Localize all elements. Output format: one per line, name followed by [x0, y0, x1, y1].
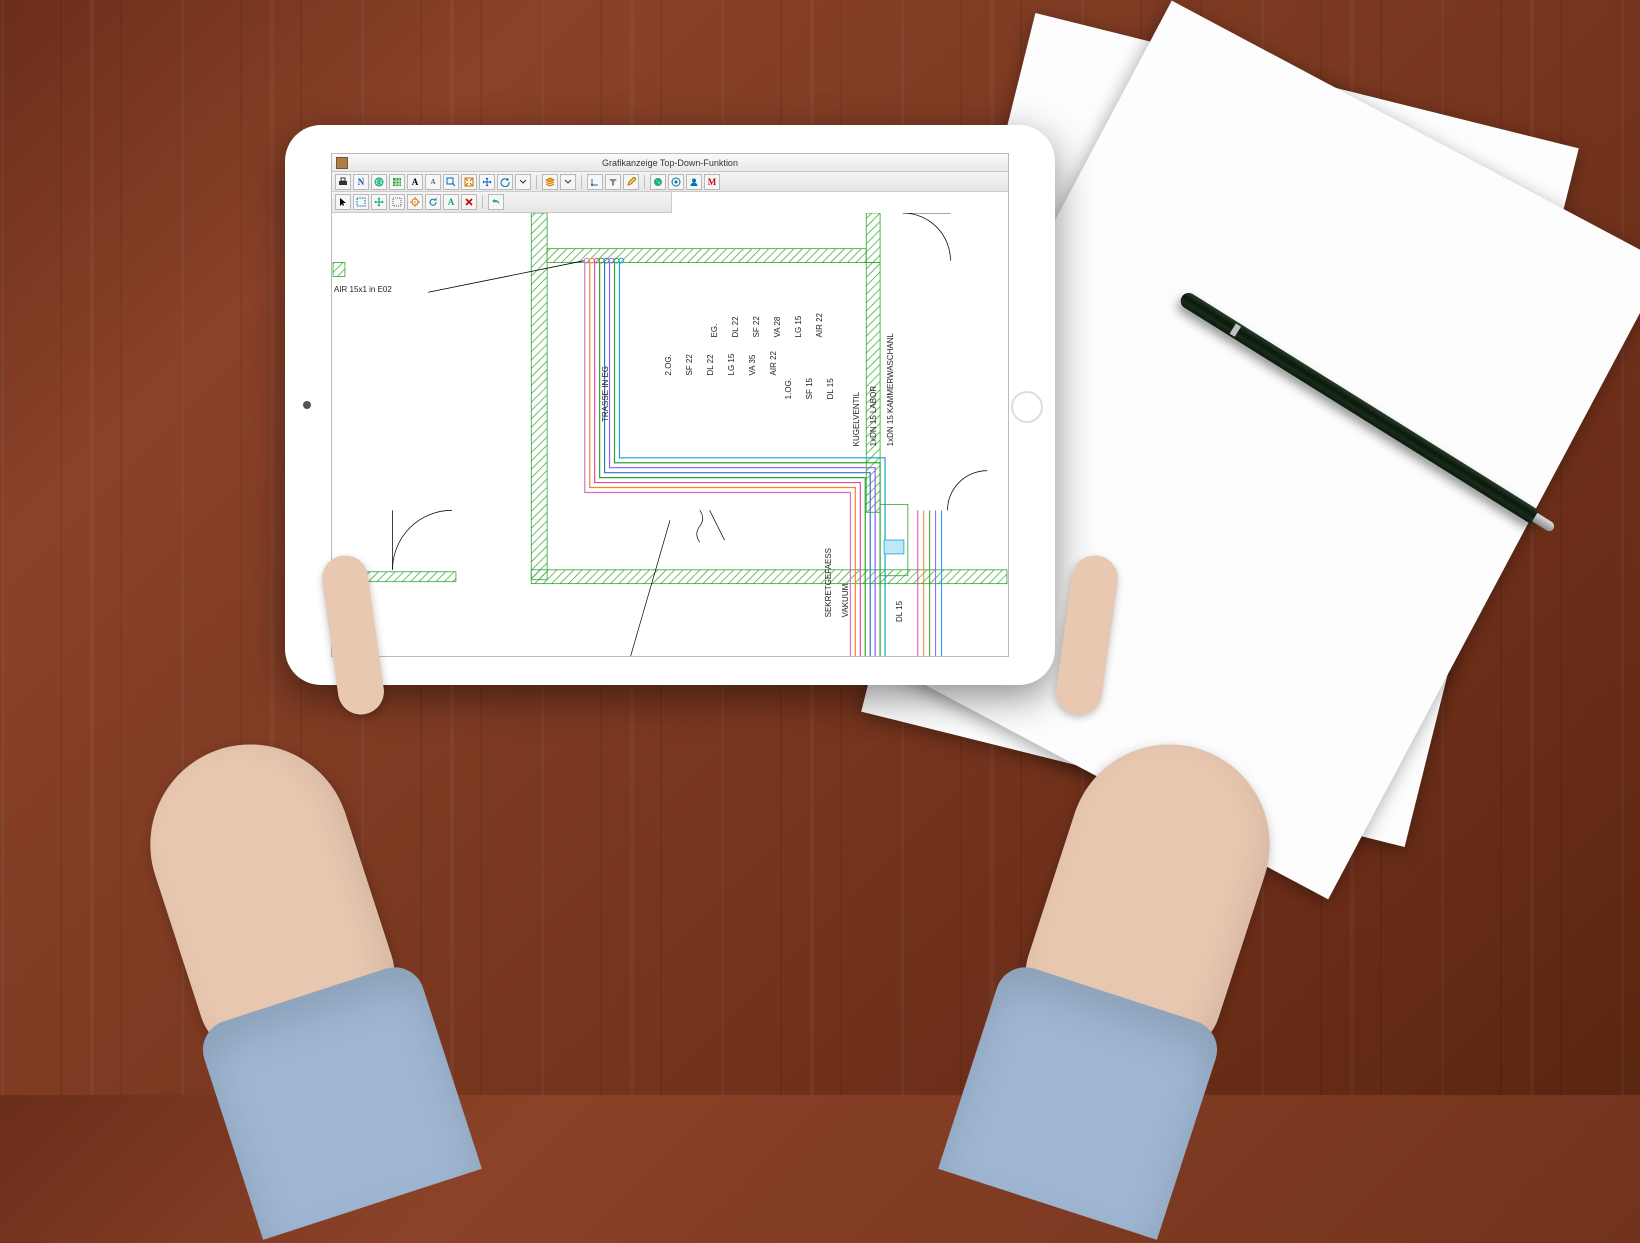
label-dl15: DL 15 — [895, 601, 904, 622]
app-window: Grafikanzeige Top-Down-Funktion NAAM A — [331, 153, 1009, 657]
toolbar-separator — [644, 175, 645, 189]
world-icon[interactable] — [650, 174, 666, 190]
window-title: Grafikanzeige Top-Down-Funktion — [602, 158, 738, 168]
app-icon — [336, 157, 348, 169]
dropdown2-icon[interactable] — [560, 174, 576, 190]
filter-icon[interactable] — [605, 174, 621, 190]
globe-icon[interactable] — [371, 174, 387, 190]
user-icon[interactable] — [686, 174, 702, 190]
layers-icon[interactable] — [542, 174, 558, 190]
mode-m-icon[interactable]: M — [704, 174, 720, 190]
measure-icon[interactable]: A — [443, 194, 459, 210]
pan-icon[interactable] — [479, 174, 495, 190]
print-icon[interactable] — [335, 174, 351, 190]
center-icon[interactable] — [407, 194, 423, 210]
drawing-canvas[interactable]: AIR 15x1 in E02 TRASSE IN EG 2.OG. SF 22… — [332, 213, 1008, 657]
target-icon[interactable] — [668, 174, 684, 190]
secondary-toolbar: A — [332, 192, 672, 213]
tablet-device: Grafikanzeige Top-Down-Funktion NAAM A — [285, 125, 1055, 685]
north-icon[interactable]: N — [353, 174, 369, 190]
cursor-icon[interactable] — [335, 194, 351, 210]
callout-air: AIR 15x1 in E02 — [334, 285, 392, 294]
toolbar-separator — [482, 195, 483, 209]
labels-sekret: SEKRETGEFAESS VAKUUM — [824, 548, 850, 617]
dropdown-icon[interactable] — [515, 174, 531, 190]
toolbar-separator — [581, 175, 582, 189]
label-trasse: TRASSE IN EG — [601, 366, 610, 422]
main-toolbar: N AA M — [332, 172, 1008, 192]
zoom-out-icon[interactable]: A — [425, 174, 441, 190]
move-icon[interactable] — [371, 194, 387, 210]
zoom-extents-icon[interactable] — [461, 174, 477, 190]
undo-icon[interactable] — [488, 194, 504, 210]
rotate-icon[interactable] — [425, 194, 441, 210]
toolbar-separator — [536, 175, 537, 189]
labels-kugelventil: KUGELVENTIL 1xDN 15 LABOR 1xDN 15 KAMMER… — [852, 333, 895, 446]
axes-icon[interactable] — [587, 174, 603, 190]
floorplan-svg — [332, 213, 1008, 657]
zoom-window-icon[interactable] — [443, 174, 459, 190]
labels-eg: EG. DL 22 SF 22 VA 28 LG 15 AIR 22 — [710, 313, 824, 337]
hand-left — [99, 687, 501, 1243]
grid-icon[interactable] — [389, 174, 405, 190]
select-rect-icon[interactable] — [353, 194, 369, 210]
zoom-in-icon[interactable]: A — [407, 174, 423, 190]
refresh-icon[interactable] — [497, 174, 513, 190]
edit-icon[interactable] — [623, 174, 639, 190]
labels-2og: 2.OG. SF 22 DL 22 LG 15 VA 35 AIR 22 — [664, 351, 778, 375]
title-bar: Grafikanzeige Top-Down-Funktion — [332, 154, 1008, 172]
marquee-icon[interactable] — [389, 194, 405, 210]
labels-1og: 1.OG. SF 15 DL 15 — [784, 378, 835, 399]
close-icon[interactable] — [461, 194, 477, 210]
